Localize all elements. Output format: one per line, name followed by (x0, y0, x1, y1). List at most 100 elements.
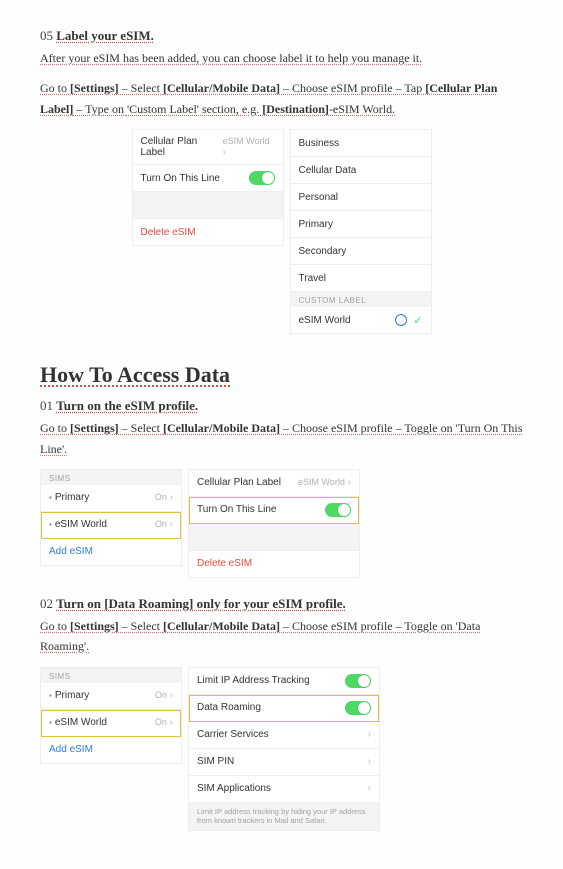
sim-bullet-icon: ▪ (49, 691, 52, 700)
t: – Choose eSIM profile – Tap (280, 81, 425, 95)
toggle-switch[interactable] (325, 503, 351, 517)
t: – Type on (73, 102, 127, 116)
toggle-switch[interactable] (345, 701, 371, 715)
t: 'Custom Label' (127, 102, 199, 116)
label-option[interactable]: Business (291, 130, 431, 157)
label-option[interactable]: Secondary (291, 238, 431, 265)
spacer (189, 524, 359, 551)
add-esim-label: Add eSIM (49, 744, 93, 755)
toggle-switch[interactable] (249, 171, 275, 185)
sim-status: On (155, 519, 167, 529)
toggle-switch[interactable] (345, 674, 371, 688)
cell-label: Turn On This Line (141, 173, 220, 184)
clear-icon[interactable] (395, 314, 407, 326)
cell-label: Carrier Services (197, 729, 269, 740)
turn-on-line-row[interactable]: Turn On This Line (133, 165, 283, 192)
step-02-num: 02 (40, 596, 53, 611)
cellular-plan-label-row[interactable]: Cellular Plan Label eSIM World › (133, 130, 283, 165)
sim-primary-row[interactable]: ▪Primary On › (41, 683, 181, 710)
sim-status: On (155, 717, 167, 727)
sims-header: SIMs (41, 470, 181, 485)
sim-status: On (155, 690, 167, 700)
t: Go to (40, 619, 70, 633)
chevron-right-icon: › (223, 147, 226, 158)
step-01-heading: 01 Turn on the eSIM profile. (40, 398, 523, 414)
sim-label: eSIM World (55, 519, 107, 530)
option-label: Personal (299, 192, 338, 203)
check-icon: ✓ (413, 314, 422, 327)
label-option[interactable]: Personal (291, 184, 431, 211)
label-options-panel: Business Cellular Data Personal Primary … (290, 129, 432, 334)
t: – Choose eSIM profile – Toggle on (280, 421, 456, 435)
label-option[interactable]: Primary (291, 211, 431, 238)
add-esim-row[interactable]: Add eSIM (41, 737, 181, 763)
sim-primary-row[interactable]: ▪Primary On › (41, 485, 181, 512)
sim-status: On (155, 492, 167, 502)
t: – Select (119, 81, 163, 95)
chevron-right-icon: › (170, 519, 173, 530)
sims-panel: SIMs ▪Primary On › ▪eSIM World On › Add … (40, 667, 182, 764)
custom-label-input[interactable]: eSIM World (299, 315, 390, 326)
delete-esim-button[interactable]: Delete eSIM (133, 219, 283, 245)
t: Go to (40, 81, 70, 95)
cell-label: Cellular Plan Label (197, 477, 281, 488)
sim-applications-row[interactable]: SIM Applications › (189, 776, 379, 803)
esim-settings-panel: Limit IP Address Tracking Data Roaming C… (188, 667, 380, 832)
sim-esim-row[interactable]: ▪eSIM World On › (41, 512, 181, 539)
chevron-right-icon: › (170, 492, 173, 503)
cell-label: SIM Applications (197, 783, 271, 794)
turn-on-line-row[interactable]: Turn On This Line (189, 497, 359, 524)
step-02-screenshot: SIMs ▪Primary On › ▪eSIM World On › Add … (40, 667, 523, 832)
sim-label: Primary (55, 492, 89, 503)
option-label: Business (299, 138, 340, 149)
cell-label: Data Roaming (197, 702, 261, 713)
cellular-plan-panel: Cellular Plan Label eSIM World › Turn On… (132, 129, 284, 246)
custom-label-header: CUSTOM LABEL (291, 292, 431, 307)
t: [Settings] (70, 421, 119, 435)
step-05-title: Label your eSIM. (56, 28, 154, 43)
t: – Select (119, 421, 163, 435)
sim-esim-row[interactable]: ▪eSIM World On › (41, 710, 181, 737)
step-02-title: Turn on [Data Roaming] only for your eSI… (56, 596, 346, 611)
data-roaming-row[interactable]: Data Roaming (189, 695, 379, 722)
esim-detail-panel: Cellular Plan Label eSIM World › Turn On… (188, 469, 360, 578)
add-esim-label: Add eSIM (49, 546, 93, 557)
cellular-plan-label-row[interactable]: Cellular Plan Label eSIM World › (189, 470, 359, 497)
step-02-instr: Go to [Settings] – Select [Cellular/Mobi… (40, 616, 523, 657)
step-05-instr-line2: Go to [Settings] – Select [Cellular/Mobi… (40, 78, 523, 119)
cell-value: eSIM World (223, 136, 270, 146)
cell-label: Limit IP Address Tracking (197, 675, 310, 686)
limit-ip-footnote: Limit IP address tracking by hiding your… (189, 803, 379, 831)
cell-value: eSIM World (298, 477, 345, 487)
step-01-title: Turn on the eSIM profile. (56, 398, 198, 413)
chevron-right-icon: › (368, 756, 371, 767)
sim-pin-row[interactable]: SIM PIN › (189, 749, 379, 776)
carrier-services-row[interactable]: Carrier Services › (189, 722, 379, 749)
chevron-right-icon: › (170, 717, 173, 728)
option-label: Primary (299, 219, 333, 230)
sims-header: SIMs (41, 668, 181, 683)
chevron-right-icon: › (348, 477, 351, 488)
label-option[interactable]: Travel (291, 265, 431, 292)
t: Go to (40, 421, 70, 435)
section-heading: How To Access Data (40, 362, 523, 388)
sim-label: eSIM World (55, 717, 107, 728)
label-option[interactable]: Cellular Data (291, 157, 431, 184)
add-esim-row[interactable]: Add eSIM (41, 539, 181, 565)
sims-panel: SIMs ▪Primary On › ▪eSIM World On › Add … (40, 469, 182, 566)
t: [Cellular/Mobile Data] (163, 619, 280, 633)
t: [Cellular/Mobile Data] (163, 421, 280, 435)
step-01-screenshot: SIMs ▪Primary On › ▪eSIM World On › Add … (40, 469, 523, 578)
step-05-heading: 05 Label your eSIM. (40, 28, 523, 44)
step-02-heading: 02 Turn on [Data Roaming] only for your … (40, 596, 523, 612)
custom-label-input-row[interactable]: eSIM World ✓ (291, 307, 431, 333)
cell-label: Cellular Plan Label (141, 136, 223, 158)
limit-ip-row[interactable]: Limit IP Address Tracking (189, 668, 379, 695)
step-01-instr: Go to [Settings] – Select [Cellular/Mobi… (40, 418, 523, 459)
delete-esim-button[interactable]: Delete eSIM (189, 551, 359, 577)
cell-label: Turn On This Line (197, 504, 276, 515)
step-01-num: 01 (40, 398, 53, 413)
option-label: Secondary (299, 246, 347, 257)
t: section, e.g. (199, 102, 262, 116)
t: [Cellular/Mobile Data] (163, 81, 280, 95)
